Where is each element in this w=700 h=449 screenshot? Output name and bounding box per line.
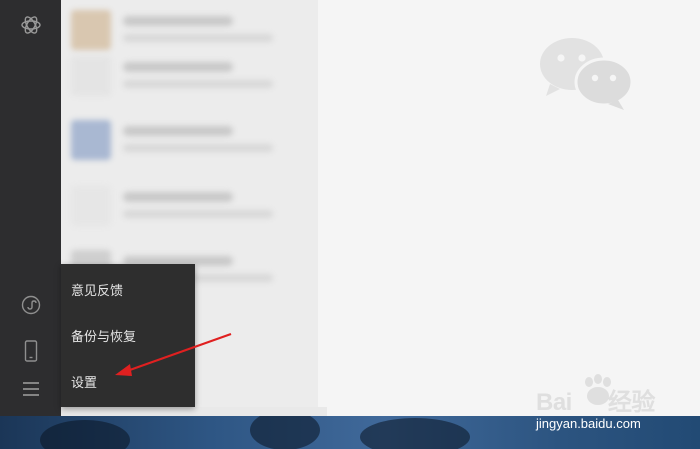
annotation-arrow bbox=[115, 332, 232, 376]
paw-icon bbox=[585, 374, 611, 405]
watermark-url: jingyan.baidu.com bbox=[536, 416, 641, 431]
watermark-brand-left: Bai bbox=[536, 389, 572, 416]
baidu-jingyan-watermark: Bai 经验 jingyan.baidu.com bbox=[536, 372, 698, 432]
